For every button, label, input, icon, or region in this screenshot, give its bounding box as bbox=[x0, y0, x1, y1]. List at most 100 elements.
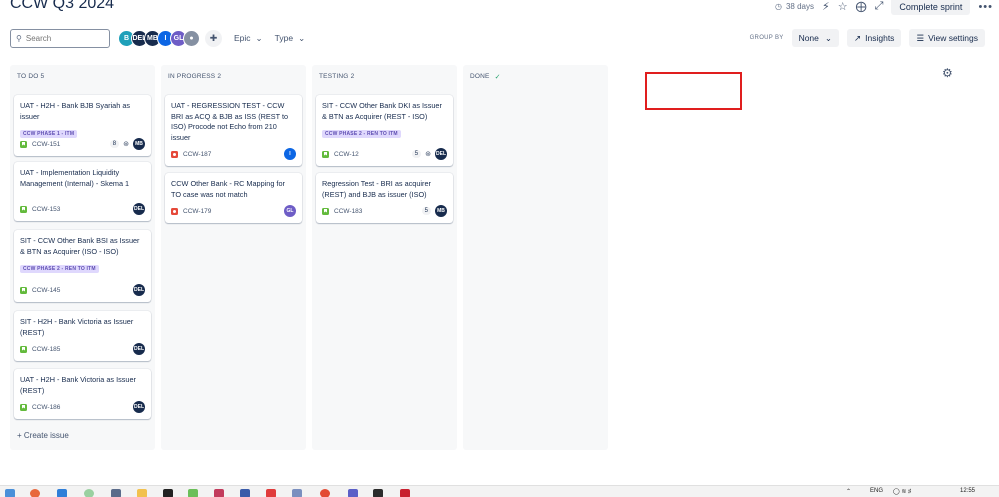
story-points: 8 bbox=[109, 140, 120, 148]
chrome-icon[interactable] bbox=[320, 489, 330, 497]
card-footer: CCW-153 DEL bbox=[20, 203, 145, 215]
vscode-icon[interactable] bbox=[57, 489, 67, 497]
assignee-avatar[interactable]: GL bbox=[284, 205, 296, 217]
subtasks-icon: ⊛ bbox=[425, 151, 431, 158]
column-in-progress: IN PROGRESS 2 UAT - REGRESSION TEST - CC… bbox=[161, 65, 306, 450]
issue-key[interactable]: CCW-186 bbox=[32, 404, 60, 411]
group-by-label: GROUP BY bbox=[749, 35, 784, 41]
sprint-days[interactable]: ◷ 38 days bbox=[775, 2, 814, 11]
issue-key[interactable]: CCW-145 bbox=[32, 287, 60, 294]
add-people-icon[interactable]: ✚ bbox=[205, 29, 222, 47]
assignee-avatar[interactable]: DEL bbox=[133, 401, 145, 413]
type-filter[interactable]: Type ⌄ bbox=[275, 33, 306, 44]
system-tray-icons[interactable]: ◯ ≋ ♯ bbox=[893, 488, 911, 495]
issue-card[interactable]: UAT - H2H - Bank Victoria as Issuer (RES… bbox=[14, 369, 151, 419]
app-icon[interactable] bbox=[111, 489, 121, 497]
card-title: CCW Other Bank - RC Mapping for TO case … bbox=[171, 179, 285, 199]
view-settings-button[interactable]: ☰ View settings bbox=[909, 29, 985, 47]
story-icon bbox=[20, 205, 27, 213]
assignee-avatar[interactable]: DEL bbox=[435, 148, 447, 160]
card-title: UAT - H2H - Bank BJB Syariah as issuer bbox=[20, 101, 131, 121]
create-issue-button[interactable]: + Create issue bbox=[17, 431, 69, 440]
folder-icon[interactable] bbox=[137, 489, 147, 497]
bug-icon bbox=[171, 207, 178, 215]
story-points: 5 bbox=[421, 207, 431, 215]
column-todo: TO DO 5 UAT - H2H - Bank BJB Syariah as … bbox=[10, 65, 155, 450]
assignee-avatar[interactable]: DEL bbox=[133, 203, 145, 215]
avatar-unassigned[interactable]: ● bbox=[183, 29, 200, 47]
complete-sprint-button[interactable]: Complete sprint bbox=[891, 0, 971, 15]
lightning-icon[interactable]: ⚡︎ bbox=[822, 0, 830, 13]
card-meta: 5 MB bbox=[421, 205, 447, 217]
story-points: 5 bbox=[411, 150, 422, 158]
app-icon[interactable] bbox=[188, 489, 198, 497]
issue-card[interactable]: CCW Other Bank - RC Mapping for TO case … bbox=[165, 173, 302, 223]
assignee-avatar[interactable]: DEL bbox=[133, 343, 145, 355]
insights-label: Insights bbox=[865, 33, 895, 43]
assignee-avatar[interactable]: MB bbox=[435, 205, 447, 217]
app-icon[interactable] bbox=[84, 489, 94, 497]
issue-key[interactable]: CCW-183 bbox=[334, 208, 362, 215]
assignee-avatar[interactable]: I bbox=[284, 148, 296, 160]
epic-lozenge: CCW PHASE 2 - REN TO ITM bbox=[322, 130, 401, 138]
card-title: UAT - H2H - Bank Victoria as Issuer (RES… bbox=[20, 375, 136, 395]
search-box[interactable]: ⚲ bbox=[10, 28, 110, 48]
app-icon[interactable] bbox=[240, 489, 250, 497]
story-icon bbox=[20, 403, 27, 411]
windows-start-icon[interactable] bbox=[5, 489, 15, 497]
highlight-rectangle bbox=[645, 72, 742, 110]
epic-filter[interactable]: Epic ⌄ bbox=[234, 33, 263, 44]
search-input[interactable] bbox=[25, 33, 106, 43]
card-title: UAT - Implementation Liquidity Managemen… bbox=[20, 168, 130, 188]
card-meta: DEL bbox=[133, 203, 145, 215]
language-indicator[interactable]: ENG bbox=[870, 488, 883, 494]
chevron-down-icon: ⌄ bbox=[298, 32, 306, 43]
terminal-icon[interactable] bbox=[163, 489, 173, 497]
issue-key[interactable]: CCW-187 bbox=[183, 151, 211, 158]
chevron-down-icon: ⌄ bbox=[824, 32, 833, 43]
issue-card[interactable]: SIT - CCW Other Bank DKI as Issuer & BTN… bbox=[316, 95, 453, 166]
issue-card[interactable]: SIT - CCW Other Bank BSI as Issuer & BTN… bbox=[14, 230, 151, 302]
issue-card[interactable]: SIT - H2H - Bank Victoria as Issuer (RES… bbox=[14, 311, 151, 361]
share-icon[interactable]: ⨁ bbox=[856, 0, 867, 13]
card-footer: CCW-187 I bbox=[171, 148, 296, 160]
issue-key[interactable]: CCW-151 bbox=[32, 141, 60, 148]
app-icon[interactable] bbox=[266, 489, 276, 497]
issue-key[interactable]: CCW-153 bbox=[32, 206, 60, 213]
assignee-avatar[interactable]: MB bbox=[133, 138, 145, 150]
issue-card[interactable]: UAT - Implementation Liquidity Managemen… bbox=[14, 162, 151, 221]
app-icon[interactable] bbox=[214, 489, 224, 497]
board-title: CCW Q3 2024 bbox=[10, 0, 115, 12]
issue-key[interactable]: CCW-179 bbox=[183, 208, 211, 215]
teams-icon[interactable] bbox=[348, 489, 358, 497]
clock[interactable]: 12:55 bbox=[960, 488, 975, 494]
app-icon[interactable] bbox=[400, 489, 410, 497]
column-title: DONE bbox=[470, 73, 490, 80]
insights-button[interactable]: ↗ Insights bbox=[847, 29, 902, 47]
card-meta: 5 ⊛ DEL bbox=[411, 148, 447, 160]
epic-filter-label: Epic bbox=[234, 33, 251, 43]
chevron-up-icon[interactable]: ⌃ bbox=[846, 488, 851, 495]
more-actions-button[interactable]: ••• bbox=[978, 1, 993, 13]
expand-icon[interactable]: ⤢ bbox=[875, 0, 884, 13]
card-footer: CCW-145 DEL bbox=[20, 284, 145, 296]
app-icon[interactable] bbox=[30, 489, 40, 497]
column-header: DONE ✓ bbox=[463, 65, 608, 89]
issue-card[interactable]: UAT - H2H - Bank BJB Syariah as issuer C… bbox=[14, 95, 151, 156]
gear-icon[interactable]: ⚙ bbox=[942, 66, 953, 80]
issue-key[interactable]: CCW-12 bbox=[334, 151, 359, 158]
view-settings-label: View settings bbox=[928, 33, 978, 43]
issue-key[interactable]: CCW-185 bbox=[32, 346, 60, 353]
card-footer: CCW-183 5 MB bbox=[322, 205, 447, 217]
group-by-select[interactable]: None ⌄ bbox=[791, 29, 840, 47]
issue-card[interactable]: UAT - REGRESSION TEST - CCW BRI as ACQ &… bbox=[165, 95, 302, 166]
app-icon[interactable] bbox=[292, 489, 302, 497]
star-icon[interactable]: ☆ bbox=[838, 0, 848, 13]
card-footer: CCW-185 DEL bbox=[20, 343, 145, 355]
assignee-avatar[interactable]: DEL bbox=[133, 284, 145, 296]
type-filter-label: Type bbox=[274, 33, 294, 43]
check-icon: ✓ bbox=[494, 74, 501, 81]
chevron-down-icon: ⌄ bbox=[255, 32, 263, 43]
issue-card[interactable]: Regression Test - BRI as acquirer (REST)… bbox=[316, 173, 453, 223]
app-icon[interactable] bbox=[373, 489, 383, 497]
